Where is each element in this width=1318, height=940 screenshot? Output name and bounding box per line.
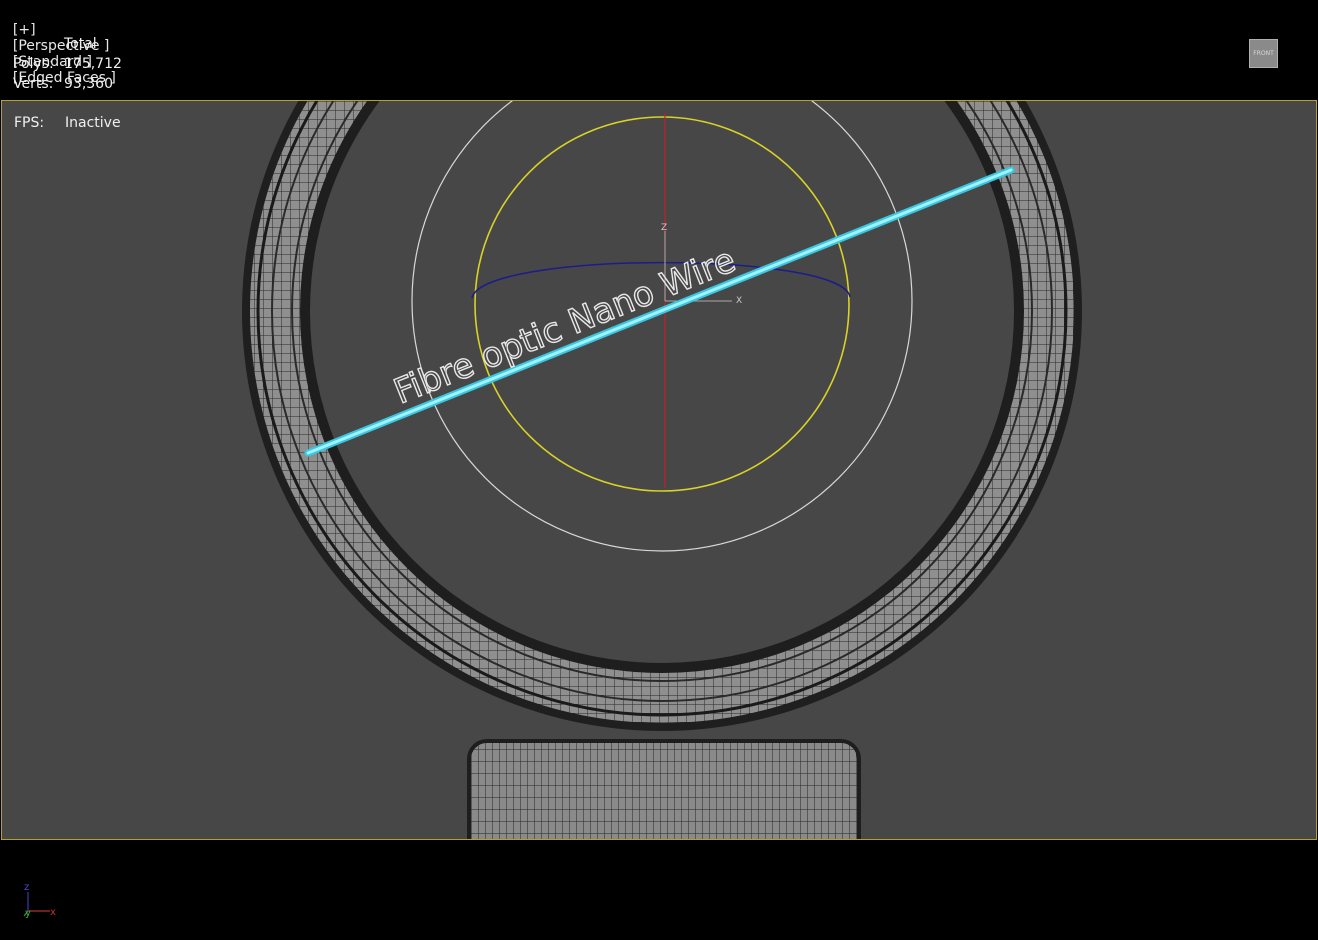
fps-value: Inactive [65, 115, 121, 131]
gizmo-x-label: X [736, 296, 742, 306]
verts-value: 93,360 [64, 76, 113, 92]
axis-y-label: y [25, 908, 31, 919]
scene-canvas[interactable]: Z X Fibre optic Nano Wire [2, 101, 1317, 840]
axis-tripod-icon: z y x [23, 882, 56, 919]
stats-polys-row: Polys: 175,712 [13, 54, 122, 74]
axis-x-label: x [50, 907, 56, 918]
fps-label: FPS: [14, 115, 45, 131]
scene-statistics: Total Polys: 175,712 Verts: 93,360 [13, 34, 122, 94]
viewcube-face-label: FRONT [1253, 50, 1274, 57]
axis-z-label: z [24, 882, 29, 893]
polys-value: 175,712 [64, 56, 122, 72]
fan-base-mesh [467, 739, 861, 839]
polys-label: Polys: [13, 56, 54, 72]
perspective-viewport[interactable]: Z X Fibre optic Nano Wire FPS: Inactive [1, 100, 1317, 840]
fps-counter: FPS: Inactive [14, 115, 121, 131]
gizmo-z-label: Z [661, 223, 667, 233]
stats-verts-row: Verts: 93,360 [13, 74, 122, 94]
stats-header: Total [64, 36, 97, 52]
viewcube[interactable]: FRONT [1249, 39, 1278, 68]
verts-label: Verts: [13, 76, 54, 92]
